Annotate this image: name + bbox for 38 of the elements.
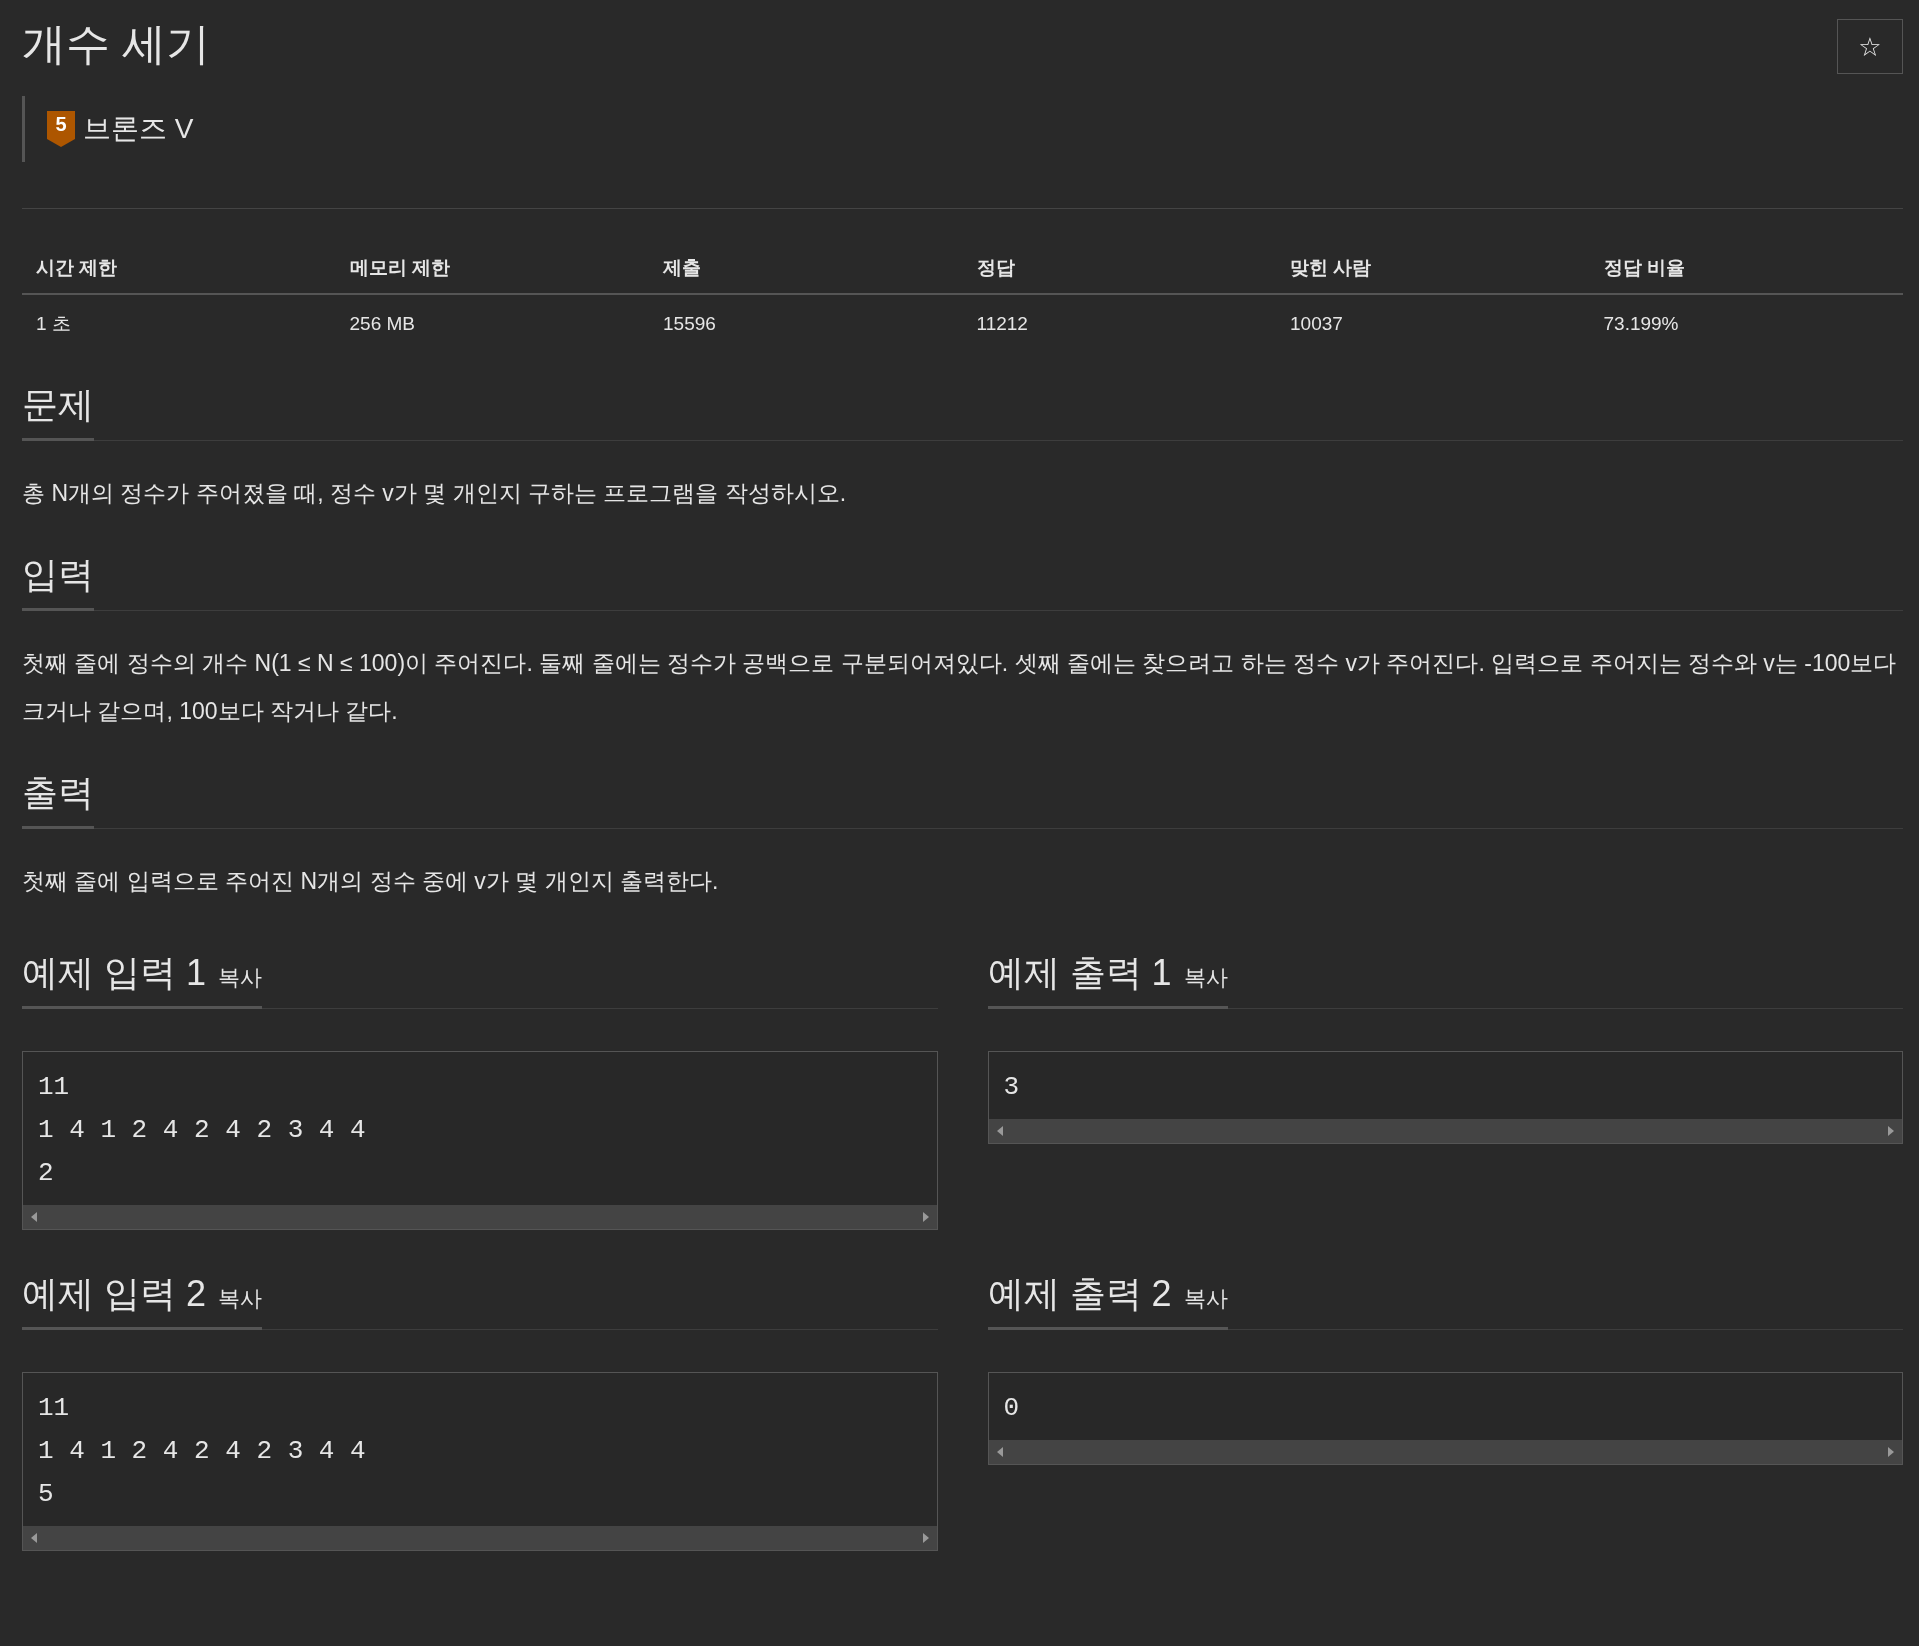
copy-link[interactable]: 복사: [218, 963, 263, 993]
table-cell: 1 초: [22, 294, 336, 347]
sample-code: 0: [1002, 1392, 1021, 1425]
paragraph: 첫째 줄에 입력으로 주어진 N개의 정수 중에 v가 몇 개인지 출력한다.: [22, 867, 720, 896]
horizontal-scrollbar[interactable]: [988, 1119, 1902, 1143]
table-cell: 256 MB: [335, 294, 649, 347]
sample-heading: 예제 출력 1: [987, 951, 1172, 995]
horizontal-scrollbar[interactable]: [23, 1205, 937, 1229]
table-cell: 15596: [649, 294, 963, 347]
section-heading: 출력: [22, 769, 94, 829]
tier-name: 브론즈 V: [83, 112, 194, 146]
paragraph: 총 N개의 정수가 주어졌을 때, 정수 v가 몇 개인지 구하는 프로그램을 작성하시오.: [22, 479, 848, 508]
sample-heading: 예제 입력 1: [22, 951, 207, 995]
copy-link[interactable]: 복사: [1183, 963, 1228, 993]
sample-code: 11 1 4 1 2 4 2 4 2 3 4 4 5: [37, 1392, 367, 1511]
paragraph: 첫째 줄에 정수의 개수 N(1 ≤ N ≤ 100)이 주어진다. 둘째 줄에는 정수가 공백으로 구분되어져있다. 셋째 줄에는 찾으려고 하는 정수 v가 주어진다. 입력으로 주어지는 정수와 v는 -100보다 크거나 같으며, 100보다 작거나 같다.: [22, 649, 1898, 726]
sample-code: 11 1 4 1 2 4 2 4 2 3 4 4 2: [37, 1071, 367, 1190]
column-header: 정답: [962, 243, 1276, 294]
column-header: 정답 비율: [1589, 243, 1903, 294]
column-header: 시간 제한: [22, 243, 336, 294]
table-cell: 11212: [962, 294, 1276, 347]
table-cell: 73.199%: [1589, 294, 1903, 347]
horizontal-scrollbar[interactable]: [988, 1440, 1902, 1464]
column-header: 메모리 제한: [335, 243, 649, 294]
problem-title: 개수 세기: [22, 18, 211, 70]
copy-link[interactable]: 복사: [1183, 1284, 1228, 1314]
tier-badge: 5: [47, 111, 75, 147]
section-heading: 문제: [22, 381, 94, 441]
section-heading: 입력: [22, 551, 94, 611]
horizontal-scrollbar[interactable]: [23, 1526, 937, 1550]
column-header: 제출: [649, 243, 963, 294]
table-cell: 10037: [1276, 294, 1590, 347]
sample-heading: 예제 입력 2: [22, 1272, 207, 1316]
copy-link[interactable]: 복사: [218, 1284, 263, 1314]
star-button[interactable]: ☆: [1837, 19, 1903, 74]
sample-code: 3: [1002, 1071, 1021, 1104]
column-header: 맞힌 사람: [1276, 243, 1590, 294]
sample-heading: 예제 출력 2: [987, 1272, 1172, 1316]
